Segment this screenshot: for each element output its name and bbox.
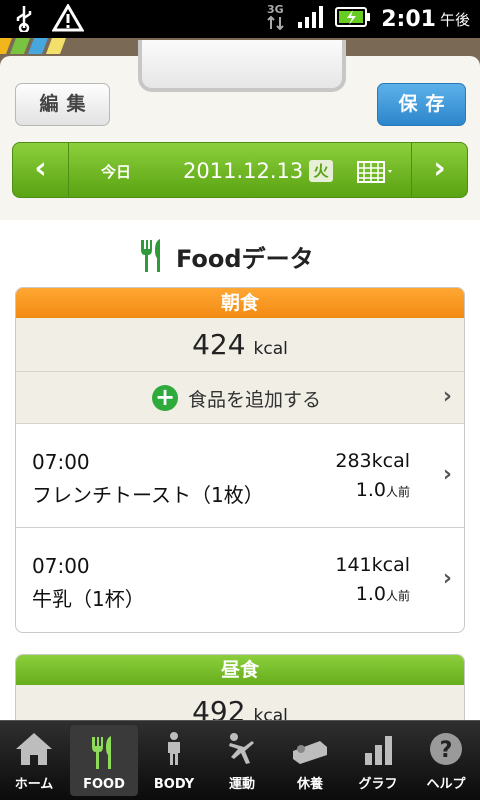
next-day-button[interactable]: › — [411, 143, 467, 197]
add-food-button[interactable]: + 食品を追加する › — [16, 372, 464, 424]
add-food-label: 食品を追加する — [188, 389, 322, 411]
battery-icon — [335, 6, 371, 32]
lunch-total: 492 kcal — [16, 685, 464, 720]
fork-knife-icon — [70, 725, 138, 771]
tab-label: 運動 — [228, 777, 255, 792]
entry-name: 牛乳（1杯） — [32, 587, 145, 611]
today-button[interactable]: 今日 — [101, 161, 131, 182]
lunch-total-kcal: 492 — [192, 695, 246, 720]
calendar-button[interactable] — [357, 161, 397, 187]
exercise-icon — [208, 721, 276, 767]
tab-label: BODY — [153, 777, 195, 792]
chevron-right-icon: › — [442, 462, 452, 487]
usb-icon — [14, 4, 34, 36]
entry-kcal: 283kcal — [335, 450, 410, 472]
tab-rest[interactable]: 休養 — [276, 721, 344, 800]
graph-icon — [344, 721, 412, 767]
calendar-icon — [357, 161, 392, 183]
food-entry[interactable]: 07:00 フレンチトースト（1枚） 283kcal 1.0人前 › — [16, 424, 464, 528]
breakfast-total-kcal: 424 — [192, 328, 246, 361]
clock: 2:01 — [381, 6, 436, 32]
tab-label: FOOD — [83, 777, 125, 792]
page-title-text: Foodデータ — [176, 244, 314, 273]
chevron-right-icon: › — [442, 566, 452, 591]
tab-food[interactable]: FOOD — [70, 725, 138, 796]
kcal-unit: kcal — [253, 339, 288, 359]
warning-icon — [51, 3, 85, 36]
entry-portion: 1.0人前 — [355, 479, 410, 501]
clipboard-stripes — [0, 38, 66, 54]
food-content[interactable]: Foodデータ 朝食 424 kcal + 食品を追加する › 07:00 フレン… — [0, 220, 480, 720]
current-date[interactable]: 2011.12.13 — [183, 159, 303, 183]
page-title: Foodデータ — [138, 238, 314, 274]
signal-icon — [297, 5, 325, 33]
tab-label: 休養 — [296, 777, 323, 792]
tab-exercise[interactable]: 運動 — [208, 721, 276, 800]
tab-label: ヘルプ — [426, 777, 466, 792]
clipboard-clip — [138, 40, 346, 92]
chevron-right-icon: › — [433, 151, 446, 186]
entry-portion: 1.0人前 — [355, 583, 410, 605]
plus-icon: + — [152, 385, 178, 411]
tab-label: ホーム — [14, 777, 54, 792]
lunch-card: 昼食 492 kcal — [15, 654, 465, 720]
tab-graph[interactable]: グラフ — [344, 721, 412, 800]
home-icon — [0, 721, 68, 767]
body-icon — [140, 721, 208, 767]
tab-home[interactable]: ホーム — [0, 721, 68, 800]
lunch-header: 昼食 — [16, 655, 464, 685]
weekday-badge: 火 — [309, 160, 333, 182]
fork-knife-icon — [141, 239, 160, 272]
edit-button[interactable]: 編集 — [15, 83, 110, 126]
chevron-left-icon: ‹ — [34, 151, 47, 186]
chevron-right-icon: › — [442, 384, 452, 409]
entry-time: 07:00 — [32, 450, 90, 474]
tab-help[interactable]: ? ヘルプ — [412, 721, 480, 800]
previous-day-button[interactable]: ‹ — [13, 143, 69, 197]
breakfast-card: 朝食 424 kcal + 食品を追加する › 07:00 フレンチトースト（1枚… — [15, 287, 465, 633]
status-bar: 3G 2:01 午後 — [0, 0, 480, 38]
entry-time: 07:00 — [32, 554, 90, 578]
svg-text:3G: 3G — [267, 3, 284, 16]
entry-kcal: 141kcal — [335, 554, 410, 576]
clock-ampm: 午後 — [439, 10, 470, 29]
date-navigator: ‹ 今日 2011.12.13 火 › — [12, 142, 468, 198]
kcal-unit: kcal — [253, 706, 288, 720]
food-entry[interactable]: 07:00 牛乳（1杯） 141kcal 1.0人前 › — [16, 528, 464, 632]
save-button[interactable]: 保存 — [377, 83, 466, 126]
entry-name: フレンチトースト（1枚） — [32, 483, 264, 507]
tab-body[interactable]: BODY — [140, 721, 208, 800]
rest-icon — [276, 721, 344, 767]
tab-label: グラフ — [358, 777, 398, 792]
svg-text:?: ? — [440, 738, 453, 763]
breakfast-header: 朝食 — [16, 288, 464, 318]
network-type-icon: 3G — [265, 1, 287, 37]
bottom-tab-bar: ホーム FOOD BODY 運動 休養 グラフ ? ヘルプ — [0, 720, 480, 800]
help-icon: ? — [412, 721, 480, 767]
breakfast-total: 424 kcal — [16, 318, 464, 372]
